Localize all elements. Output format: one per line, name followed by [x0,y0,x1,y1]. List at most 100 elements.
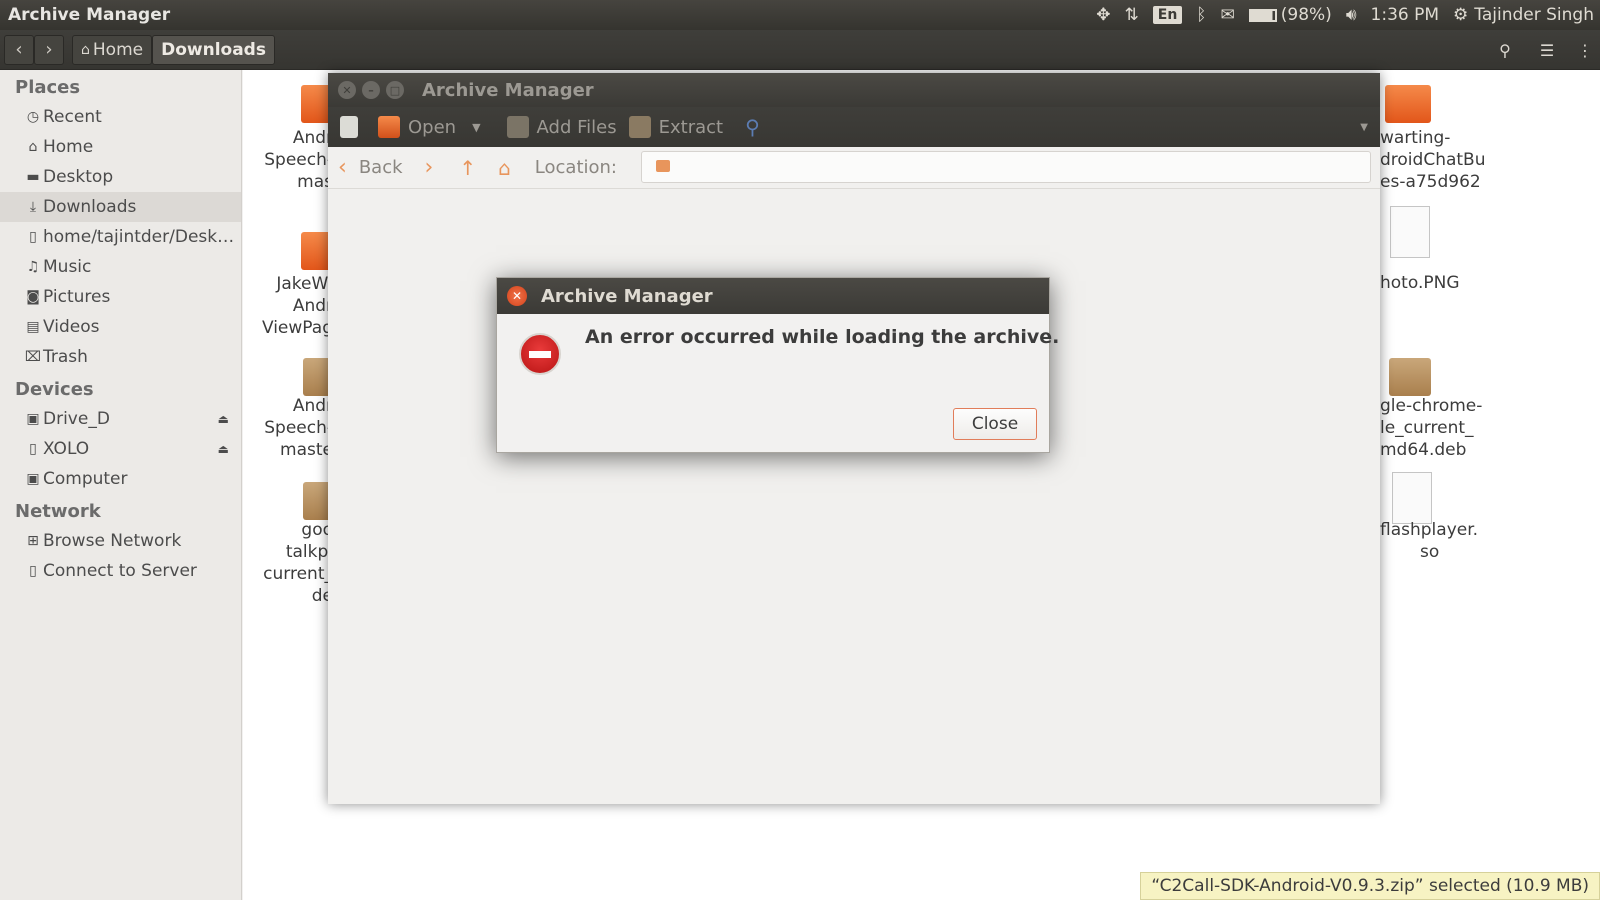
maximize-icon[interactable]: □ [386,81,404,99]
places-header: Places [15,77,81,98]
close-icon[interactable]: ✕ [507,286,527,306]
sidebar-item-bookmark[interactable]: ▯ home/tajintder/Desk… [0,222,241,252]
chevron-right-icon[interactable]: › [425,155,434,180]
sidebar-item-label: Trash [43,347,88,367]
sidebar-item-label: Drive_D [43,409,110,429]
sidebar-item-xolo[interactable]: ▯ XOLO ⏏ [0,434,241,464]
chevron-right-icon: › [45,39,53,60]
devices-header: Devices [15,379,94,400]
sidebar-item-downloads[interactable]: ⤓ Downloads [0,192,241,222]
keyboard-layout-indicator[interactable]: En [1152,6,1183,24]
home-icon: ⌂ [28,139,38,155]
eject-icon[interactable]: ⏏ [218,442,229,456]
file-label-line: le_current_ [1380,418,1474,438]
close-icon[interactable]: ✕ [338,81,356,99]
file-label-line: de [311,586,333,606]
trash-icon: ⌧ [24,349,42,365]
dropbox-icon[interactable]: ✥ [1096,5,1110,25]
mail-icon[interactable]: ✉ [1221,5,1235,25]
file-item-label[interactable]: Andr Speech- maste [253,395,333,461]
file-label-line: mas [297,172,333,192]
top-panel: Archive Manager ✥ ⇅ En ᛒ ✉ (98%) 🔊︎ 1:36… [0,0,1600,30]
view-menu-button[interactable]: ☰ [1532,35,1562,65]
archive-window-titlebar: ✕ – □ Archive Manager [328,73,1380,107]
app-title: Archive Manager [8,5,171,25]
battery-indicator[interactable]: (98%) [1248,5,1332,25]
new-archive-icon [340,116,358,138]
network-icon[interactable]: ⇅ [1125,5,1139,25]
close-button[interactable]: Close [953,408,1037,440]
sidebar-item-browse-network[interactable]: ⊞ Browse Network [0,526,241,556]
text-file-icon[interactable] [1392,472,1432,524]
file-label-line: maste [280,440,333,460]
eject-icon[interactable]: ⏏ [218,412,229,426]
sidebar-item-home[interactable]: ⌂ Home [0,132,241,162]
up-arrow-icon[interactable]: ↑ [459,156,476,180]
sidebar-item-desktop[interactable]: ▬ Desktop [0,162,241,192]
search-button[interactable]: ⚲ [1490,35,1520,65]
file-item-label[interactable]: gle-chrome- le_current_ md64.deb [1380,395,1510,461]
sidebar-item-drive-d[interactable]: ▣ Drive_D ⏏ [0,404,241,434]
clock[interactable]: 1:36 PM [1371,5,1440,25]
sidebar-item-videos[interactable]: ▤ Videos [0,312,241,342]
home-icon: ⌂ [81,41,90,58]
add-files-button[interactable]: Add Files [506,116,617,138]
user-name: Tajinder Singh [1474,5,1594,25]
user-menu[interactable]: ⚙ Tajinder Singh [1453,5,1594,25]
sidebar-item-trash[interactable]: ⌧ Trash [0,342,241,372]
sidebar: Places ◷ Recent ⌂ Home ▬ Desktop ⤓ Downloads… [0,70,242,900]
sidebar-item-computer[interactable]: ▣ Computer [0,464,241,494]
toolbar-overflow-button[interactable]: ▼ [1360,122,1368,133]
folder-icon [656,160,670,172]
file-manager-toolbar: ‹ › ⌂ Home Downloads [0,30,1600,70]
gear-icon: ⚙ [1453,5,1469,25]
grid-view-button[interactable]: ⋮ [1570,35,1600,65]
location-field[interactable] [641,151,1371,183]
clock-icon: ◷ [26,109,40,125]
music-icon: ♫ [26,259,40,275]
archive-window-title: Archive Manager [422,79,594,101]
back-button[interactable]: ‹ [4,34,34,65]
file-item-label[interactable]: warting- droidChatBu es-a75d962 [1380,127,1510,193]
minimize-icon[interactable]: – [362,81,380,99]
folder-icon[interactable] [1385,85,1431,123]
forward-button[interactable]: › [34,34,64,65]
bluetooth-icon[interactable]: ᛒ [1196,5,1206,25]
search-icon: ⚲ [1499,40,1511,60]
drive-icon: ▣ [26,411,40,427]
sidebar-item-pictures[interactable]: ◙ Pictures [0,282,241,312]
sidebar-item-label: Videos [43,317,100,337]
new-archive-button[interactable] [340,116,366,138]
error-dialog: ✕ Archive Manager An error occurred whil… [496,277,1059,453]
file-item-label[interactable]: goo talkpl current_ de [253,519,333,607]
dialog-title: Archive Manager [541,285,713,307]
extract-button[interactable]: Extract [628,116,723,138]
file-icon: ▯ [29,229,37,245]
sidebar-item-connect-server[interactable]: ▯ Connect to Server [0,556,241,586]
back-nav-button[interactable]: ‹ Back [338,155,403,180]
file-item-label[interactable]: JakeWl Andr ViewPag [253,273,333,339]
file-label-line: md64.deb [1380,440,1467,460]
deb-package-icon[interactable] [1389,358,1431,396]
network-header: Network [15,501,101,522]
open-button[interactable]: Open [378,116,456,138]
sidebar-item-label: Browse Network [43,531,182,551]
drive-icon: ▣ [26,471,40,487]
breadcrumb-downloads[interactable]: Downloads [152,34,275,65]
image-file-icon[interactable] [1390,206,1430,258]
grid-icon: ⋮ [1577,40,1593,60]
sidebar-item-label: Home [43,137,94,157]
find-button[interactable]: ⚲ [745,115,760,139]
sidebar-item-recent[interactable]: ◷ Recent [0,102,241,132]
breadcrumb-home[interactable]: ⌂ Home [72,34,153,65]
file-label-line: droidChatBu [1380,150,1486,170]
sidebar-item-music[interactable]: ♫ Music [0,252,241,282]
file-item-label[interactable]: flashplayer. so [1380,519,1510,563]
file-label-line: Andr [292,396,333,416]
file-item-label[interactable]: hoto.PNG [1380,272,1510,294]
open-dropdown-button[interactable]: ▼ [472,121,480,134]
volume-icon[interactable]: 🔊︎ [1346,5,1357,25]
home-icon[interactable]: ⌂ [498,156,511,180]
file-item-label[interactable]: Andr Speech- mas [253,127,333,193]
file-label-line: ViewPag [261,318,333,338]
